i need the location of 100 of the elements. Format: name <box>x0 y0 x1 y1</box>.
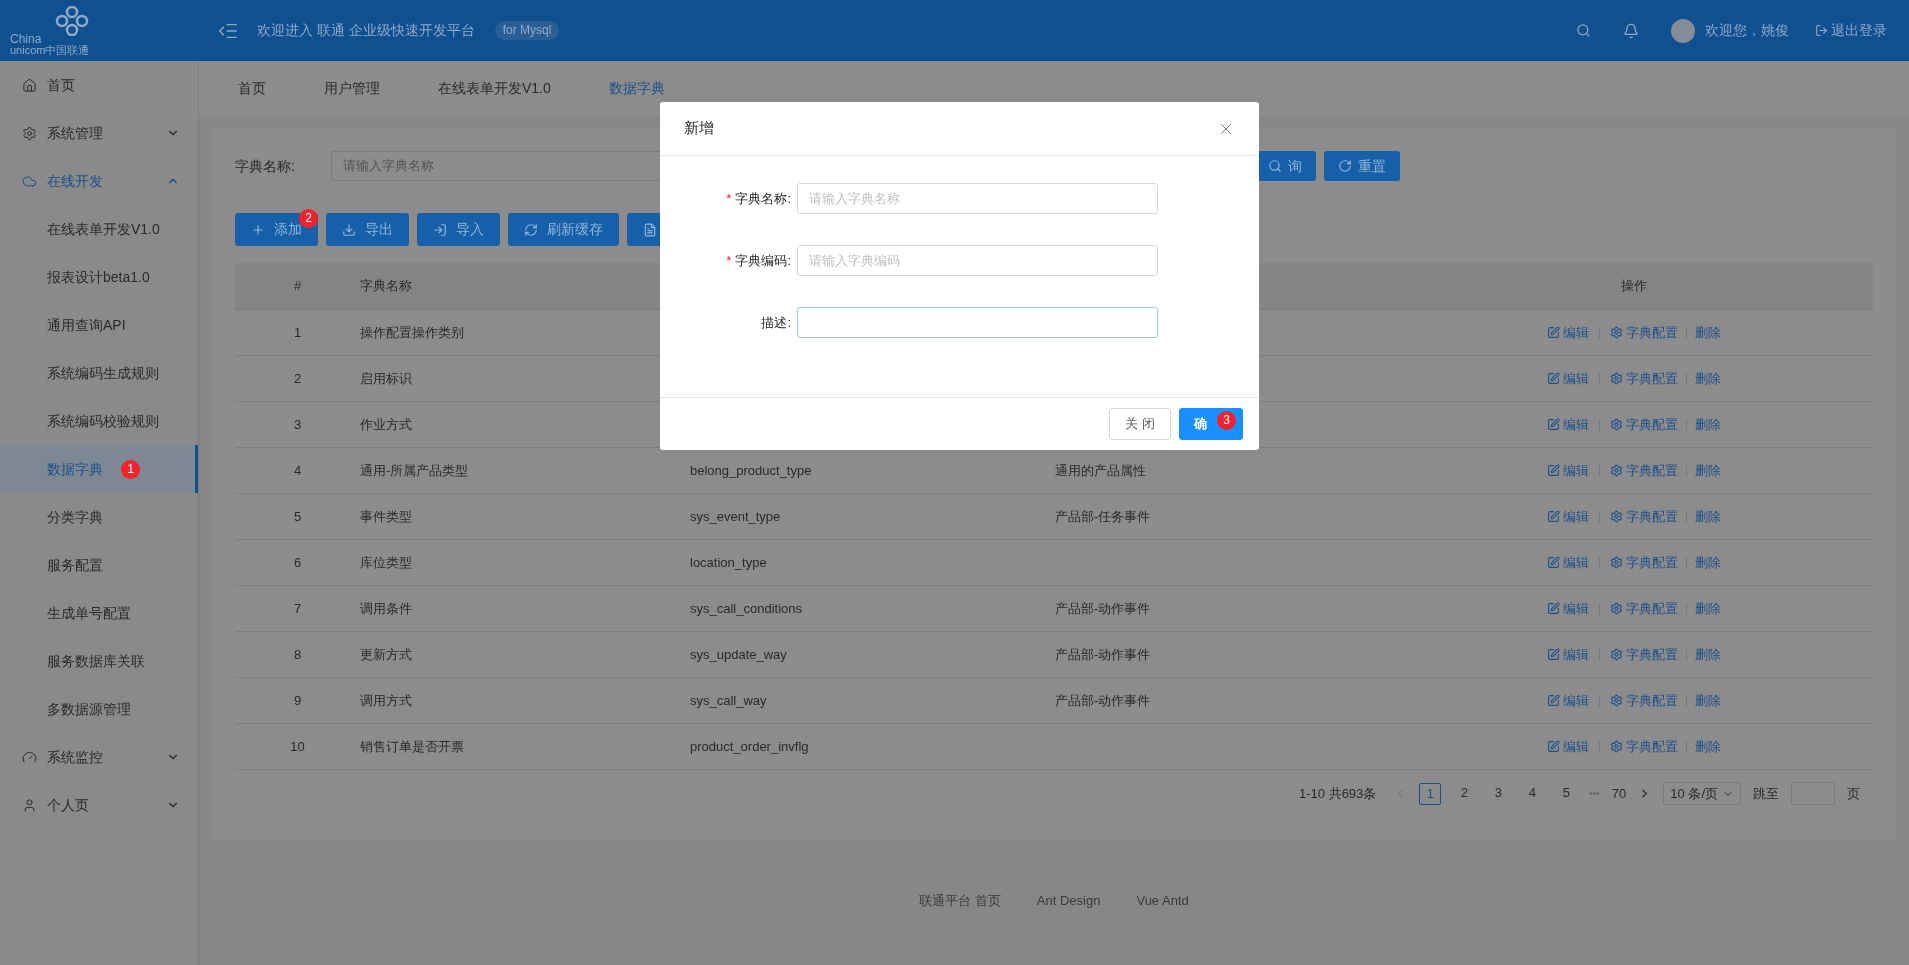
input-field[interactable]: 请输入字典名称 <box>797 183 1158 214</box>
confirm-button[interactable]: 确 3 <box>1179 408 1243 440</box>
page-ellipsis[interactable]: ••• <box>1589 786 1600 801</box>
bell-icon[interactable] <box>1623 22 1639 39</box>
page-number[interactable]: 5 <box>1555 782 1578 805</box>
sidebar-item[interactable]: 首页 <box>0 61 198 109</box>
sidebar-item[interactable]: 系统编码校验规则 <box>0 397 198 445</box>
table-cell-text: 调用条件 <box>360 599 413 618</box>
sidebar-item[interactable]: 服务数据库关联 <box>0 637 198 685</box>
pagination-summary: 1-10 共693条 <box>1299 784 1377 803</box>
config-link[interactable]: 字典配置 <box>1610 322 1678 343</box>
page-number[interactable]: 2 <box>1453 782 1476 805</box>
sidebar-item[interactable]: 通用查询API <box>0 301 198 349</box>
gear-icon <box>1610 418 1623 431</box>
edit-link[interactable]: 编辑 <box>1547 414 1589 435</box>
jump-label: 跳至 <box>1753 784 1779 803</box>
tab[interactable]: 数据字典 <box>608 78 665 99</box>
page-number[interactable]: 1 <box>1419 782 1442 805</box>
column-header: # <box>292 277 303 296</box>
config-link[interactable]: 字典配置 <box>1610 414 1678 435</box>
table-cell-text: location_type <box>690 553 768 572</box>
download-icon <box>342 222 356 237</box>
tag: for Mysql <box>494 21 560 40</box>
toolbar-button[interactable]: 刷新缓存 <box>508 213 619 246</box>
edit-link[interactable]: 编辑 <box>1547 506 1589 527</box>
column-header: 字典名称 <box>360 277 413 296</box>
delete-link[interactable]: 删除 <box>1695 690 1721 711</box>
column-header: 操作 <box>1620 277 1648 296</box>
delete-link[interactable]: 删除 <box>1695 414 1721 435</box>
close-button[interactable]: 关 闭 <box>1109 408 1171 440</box>
edit-icon <box>1547 740 1560 753</box>
config-link[interactable]: 字典配置 <box>1610 644 1678 665</box>
edit-link[interactable]: 编辑 <box>1547 736 1589 757</box>
sidebar-item[interactable]: 个人页 <box>0 781 198 829</box>
delete-link[interactable]: 删除 <box>1695 506 1721 527</box>
delete-link[interactable]: 删除 <box>1695 368 1721 389</box>
search-icon[interactable] <box>1576 23 1591 38</box>
edit-icon <box>1547 418 1560 431</box>
table-cell-text: sys_update_way <box>690 645 788 664</box>
delete-link[interactable]: 删除 <box>1695 322 1721 343</box>
sidebar-item[interactable]: 系统编码生成规则 <box>0 349 198 397</box>
gear-icon <box>1610 602 1623 615</box>
delete-link[interactable]: 删除 <box>1695 552 1721 573</box>
config-link[interactable]: 字典配置 <box>1610 368 1678 389</box>
input-field[interactable] <box>797 307 1158 338</box>
table-cell-text: 5 <box>292 507 303 526</box>
page-suffix: 页 <box>1847 784 1860 803</box>
gauge-icon <box>22 749 37 765</box>
number-badge: 3 <box>1217 411 1236 430</box>
sidebar-item[interactable]: 系统监控 <box>0 733 198 781</box>
input-field[interactable]: 请输入字典编码 <box>797 245 1158 276</box>
footer-link[interactable]: Ant Design <box>1036 891 1101 911</box>
sidebar-item[interactable]: 多数据源管理 <box>0 685 198 733</box>
table-cell-text: 操作配置操作类别 <box>360 323 465 342</box>
toolbar-button[interactable]: 导入 <box>417 213 500 246</box>
edit-link[interactable]: 编辑 <box>1547 460 1589 481</box>
sidebar-item[interactable]: 系统管理 <box>0 109 198 157</box>
tab[interactable]: 在线表单开发V1.0 <box>438 78 551 99</box>
config-link[interactable]: 字典配置 <box>1610 690 1678 711</box>
page-number[interactable]: 4 <box>1521 782 1544 805</box>
config-link[interactable]: 字典配置 <box>1610 506 1678 527</box>
delete-link[interactable]: 删除 <box>1695 460 1721 481</box>
table-cell-text: 2 <box>292 369 303 388</box>
table-cell-text: 销售订单是否开票 <box>360 737 465 756</box>
sidebar-item[interactable]: 分类字典 <box>0 493 198 541</box>
sidebar-item[interactable]: 报表设计beta1.0 <box>0 253 198 301</box>
edit-link[interactable]: 编辑 <box>1547 322 1589 343</box>
config-link[interactable]: 字典配置 <box>1610 552 1678 573</box>
edit-link[interactable]: 编辑 <box>1547 644 1589 665</box>
gear-icon <box>1610 326 1623 339</box>
delete-link[interactable]: 删除 <box>1695 736 1721 757</box>
page-size-select[interactable]: 10 条/页 <box>1663 782 1741 805</box>
sidebar-item[interactable]: 在线开发 <box>0 157 198 205</box>
sidebar-item[interactable]: 在线表单开发V1.0 <box>0 205 198 253</box>
edit-link[interactable]: 编辑 <box>1547 690 1589 711</box>
footer-link[interactable]: 联通平台 首页 <box>919 891 1001 911</box>
page-number[interactable]: 70 <box>1611 783 1627 804</box>
config-link[interactable]: 字典配置 <box>1610 736 1678 757</box>
tab[interactable]: 用户管理 <box>324 78 380 99</box>
tab[interactable]: 首页 <box>238 78 266 99</box>
table-cell-text: 4 <box>292 461 303 480</box>
toolbar-button[interactable]: 导出 <box>326 213 409 246</box>
table-cell-text: 库位类型 <box>360 553 413 572</box>
edit-link[interactable]: 编辑 <box>1547 552 1589 573</box>
delete-link[interactable]: 删除 <box>1695 644 1721 665</box>
sidebar-item[interactable]: 服务配置 <box>0 541 198 589</box>
page-number[interactable]: 3 <box>1487 782 1510 805</box>
search-bar-button[interactable]: 重置 <box>1324 151 1400 181</box>
table-cell-text: 通用的产品属性 <box>1055 461 1147 480</box>
edit-link[interactable]: 编辑 <box>1547 368 1589 389</box>
config-link[interactable]: 字典配置 <box>1610 598 1678 619</box>
table-cell-text: sys_call_conditions <box>690 599 803 618</box>
sidebar-item[interactable]: 生成单号配置 <box>0 589 198 637</box>
logout-button[interactable]: 退出登录 <box>1815 20 1887 41</box>
avatar[interactable] <box>1671 18 1695 43</box>
delete-link[interactable]: 删除 <box>1695 598 1721 619</box>
footer-link[interactable]: Vue Antd <box>1136 891 1189 911</box>
edit-link[interactable]: 编辑 <box>1547 598 1589 619</box>
sidebar-item[interactable]: 数据字典 1 <box>0 445 198 493</box>
config-link[interactable]: 字典配置 <box>1610 460 1678 481</box>
